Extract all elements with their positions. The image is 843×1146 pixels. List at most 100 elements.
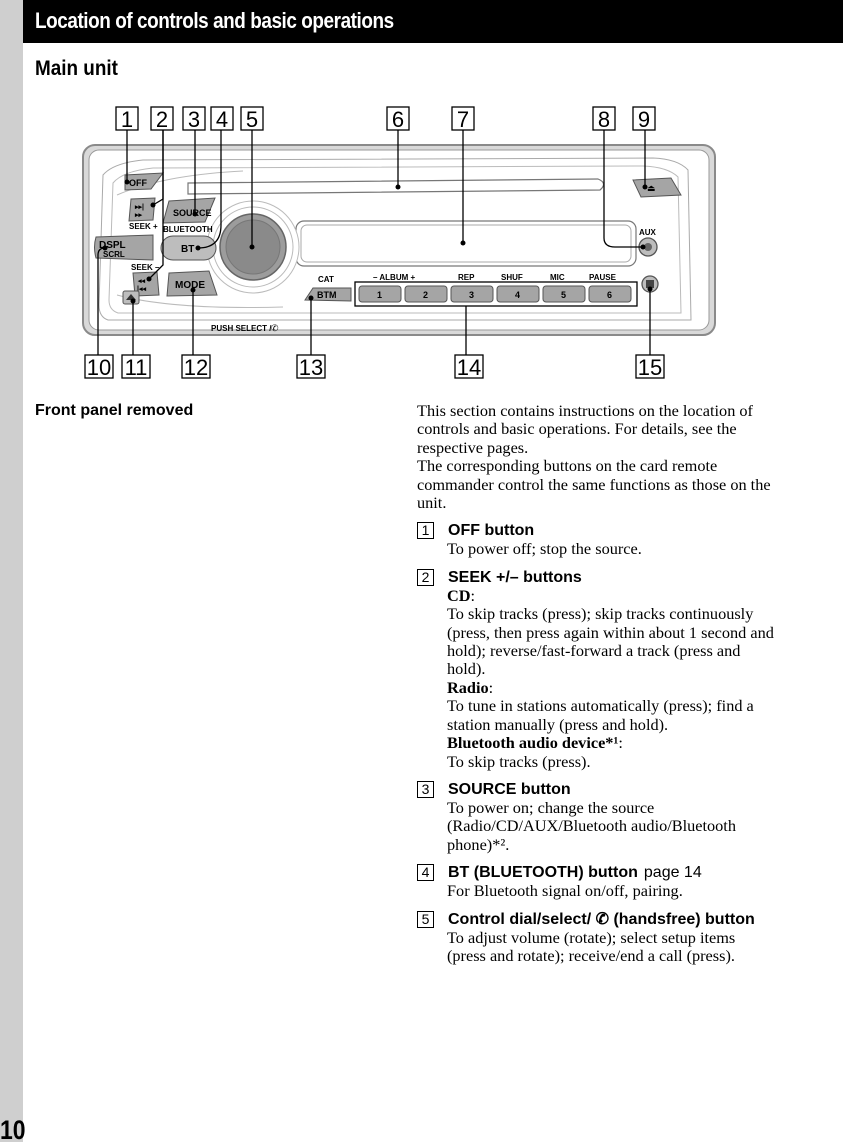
preset-button-6[interactable]: 6 [588, 285, 632, 303]
callout-number: 12 [184, 355, 208, 380]
seek-plus-button[interactable]: ▸▸| ▸▸ [128, 197, 156, 222]
scrl-label: SCRL [103, 250, 125, 259]
off-button-label: OFF [129, 178, 147, 188]
callout-number: 2 [156, 107, 168, 132]
radio-label: Radio [447, 677, 489, 697]
page-side-bar [0, 0, 23, 1142]
callout-number: 8 [598, 107, 610, 132]
item-title: SOURCE button [448, 780, 571, 798]
phone-icon: ✆ [271, 323, 279, 333]
page-title: Location of controls and basic operation… [35, 8, 394, 33]
cat-label: CAT [318, 275, 334, 284]
callout-number: 9 [638, 107, 650, 132]
pause-label: PAUSE [589, 273, 617, 282]
main-unit-diagram: OFF ▸▸| ▸▸ SEEK + SOURCE BLUETOOTH DSPL … [82, 106, 716, 380]
aux-label: AUX [639, 228, 657, 237]
item-title-part: (handsfree) button [613, 910, 755, 928]
push-select-label: PUSH SELECT / [211, 324, 272, 333]
preset-button-label: 6 [607, 290, 612, 300]
preset-button-5[interactable]: 5 [542, 285, 586, 303]
btm-button-label: BTM [317, 290, 337, 300]
page-number: 10 [0, 1115, 26, 1145]
description-column: This section contains instructions on th… [417, 401, 777, 966]
callout-5: 5 [240, 106, 264, 132]
callout-number: 15 [638, 355, 662, 380]
seek-plus-label: SEEK + [129, 222, 158, 231]
rep-label: REP [458, 273, 475, 282]
bt-button[interactable]: BT [160, 235, 217, 261]
callout-number: 13 [299, 355, 323, 380]
cd-label: CD [447, 585, 471, 605]
item-title-part: Control dial/select/ [448, 910, 592, 928]
display-window [295, 220, 637, 267]
item-number: 1 [417, 522, 434, 540]
intro-text: This section contains instructions on th… [417, 401, 777, 513]
item-source-button: 3 SOURCE button To power on; change the s… [417, 780, 777, 854]
callout-13: 13 [296, 354, 326, 380]
item-number: 2 [417, 568, 434, 586]
preset-button-label: 1 [377, 290, 382, 300]
section-title: Main unit [35, 57, 118, 80]
shuf-label: SHUF [501, 273, 523, 282]
callout-15: 15 [635, 354, 665, 380]
callout-number: 6 [392, 107, 404, 132]
callout-number: 5 [246, 107, 258, 132]
callout-10: 10 [84, 354, 114, 380]
preset-button-1[interactable]: 1 [358, 285, 402, 303]
cd-description: To skip tracks (press); skip tracks cont… [447, 604, 774, 679]
callout-number: 4 [216, 107, 228, 132]
bluetooth-audio-description: To skip tracks (press). [447, 751, 591, 771]
callout-14: 14 [454, 354, 484, 380]
preset-button-label: 4 [515, 290, 520, 300]
fast-forward-icon: ▸▸ [134, 212, 143, 219]
eject-icon: ⏏ [647, 183, 656, 193]
item-number: 4 [417, 864, 434, 882]
callout-number: 14 [457, 355, 481, 380]
page-reference-link[interactable]: page 14 [644, 864, 702, 881]
mode-button-label: MODE [175, 280, 205, 291]
mic-label: MIC [550, 273, 565, 282]
callout-6: 6 [386, 106, 410, 132]
intro-paragraph: This section contains instructions on th… [417, 401, 753, 457]
bluetooth-label: BLUETOOTH [163, 225, 213, 234]
item-description: To adjust volume (rotate); select setup … [447, 927, 736, 965]
radio-description: To tune in stations automatically (press… [447, 696, 754, 734]
front-panel-removed-heading: Front panel removed [35, 402, 194, 419]
callout-number: 1 [121, 107, 133, 132]
item-title: BT (BLUETOOTH) button [448, 864, 638, 882]
callout-2: 2 [150, 106, 174, 132]
callout-1: 1 [115, 106, 139, 132]
item-description: To power off; stop the source. [447, 539, 642, 559]
title-bar: Location of controls and basic operation… [23, 0, 843, 43]
item-title: SEEK +/– buttons [448, 568, 582, 586]
item-off-button: 1 OFF button To power off; stop the sourc… [417, 521, 777, 558]
preset-button-label: 5 [561, 290, 566, 300]
callout-4: 4 [210, 106, 234, 132]
phone-icon: ✆ [595, 910, 609, 928]
preset-button-4[interactable]: 4 [496, 285, 540, 303]
preset-button-label: 3 [469, 290, 474, 300]
item-seek-buttons: 2 SEEK +/– buttons CD: To skip tracks (pr… [417, 568, 777, 771]
source-button-label: SOURCE [173, 208, 212, 218]
callout-number: 10 [87, 355, 111, 380]
album-label: – ALBUM + [373, 273, 415, 282]
preset-button-3[interactable]: 3 [450, 285, 494, 303]
intro-paragraph: The corresponding buttons on the card re… [417, 456, 771, 513]
item-number: 3 [417, 780, 434, 798]
item-number: 5 [417, 910, 434, 928]
callout-8: 8 [592, 106, 616, 132]
seek-minus-label: SEEK – [131, 263, 160, 272]
callout-7: 7 [451, 106, 475, 132]
callout-12: 12 [181, 354, 211, 380]
callout-11: 11 [121, 354, 151, 380]
item-bt-button: 4 BT (BLUETOOTH) button page 14 For Blueto… [417, 863, 777, 900]
callout-3: 3 [182, 106, 206, 132]
item-control-dial: 5 Control dial/select/ ✆ (handsfree) butt… [417, 910, 777, 966]
preset-button-label: 2 [423, 290, 428, 300]
next-track-icon: ▸▸| [134, 204, 144, 211]
callout-9: 9 [632, 106, 656, 132]
preset-button-2[interactable]: 2 [404, 285, 448, 303]
item-description: To power on; change the source (Radio/CD… [447, 797, 736, 854]
rewind-icon: ◂◂ [137, 278, 146, 285]
bluetooth-audio-label: Bluetooth audio device*¹ [447, 733, 619, 753]
